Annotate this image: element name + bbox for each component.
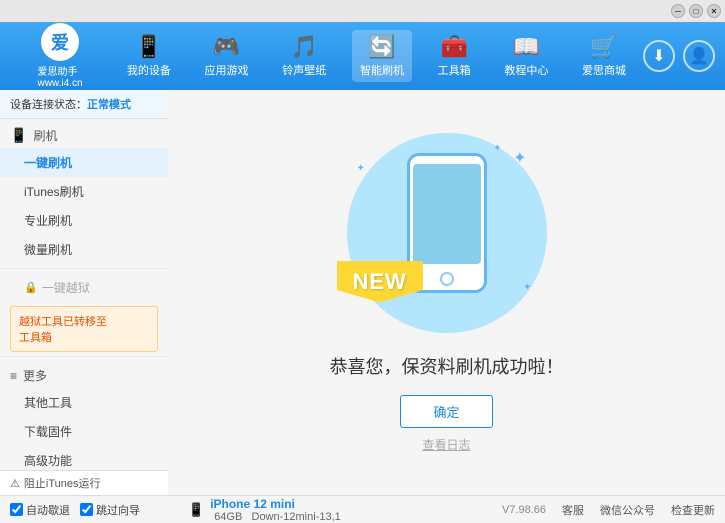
device-phone-icon: 📱 bbox=[188, 502, 204, 518]
nav-items: 📱 我的设备 🎮 应用游戏 🎵 铃声壁纸 🔄 智能刷机 🧰 工具箱 📖 教程中心… bbox=[110, 30, 643, 82]
wechat-link[interactable]: 微信公众号 bbox=[600, 502, 655, 518]
phone-illustration: NEW ✦ ✦ ✦ ✦ bbox=[347, 133, 547, 333]
phone-home-button bbox=[440, 272, 454, 286]
title-bar: ─ □ ✕ bbox=[0, 0, 725, 22]
device-sub-info: iPhone 12 mini 64GB Down-12mini-13,1 bbox=[210, 497, 341, 523]
bottom-left: 自动歇退 跳过向导 bbox=[10, 502, 178, 518]
nav-shop[interactable]: 🛒 爱思商城 bbox=[574, 30, 634, 82]
success-message: 恭喜您，保资料刷机成功啦！ bbox=[330, 353, 564, 379]
device-info-bar: 📱 iPhone 12 mini 64GB Down-12mini-13,1 bbox=[178, 497, 502, 523]
download-button[interactable]: ⬇ bbox=[643, 40, 675, 72]
itunes-notice-icon: ⚠ bbox=[10, 477, 20, 490]
nav-app-game[interactable]: 🎮 应用游戏 bbox=[197, 30, 257, 82]
logo-area: 爱 爱思助手 www.i4.cn bbox=[10, 23, 110, 89]
app-nav-icon: 🎮 bbox=[213, 34, 240, 60]
sidebar-item-other-tools[interactable]: 其他工具 bbox=[0, 388, 168, 417]
header-right: ⬇ 👤 bbox=[643, 40, 715, 72]
flash-section-icon: 📱 bbox=[10, 127, 27, 144]
sparkle-icon-2: ✦ bbox=[493, 143, 501, 154]
minimize-button[interactable]: ─ bbox=[671, 4, 685, 18]
device-nav-icon: 📱 bbox=[135, 34, 162, 60]
more-section-icon: ≡ bbox=[10, 369, 17, 383]
connection-status: 设备连接状态：正常模式 bbox=[0, 90, 168, 119]
sparkle-icon-3: ✦ bbox=[523, 282, 531, 293]
confirm-button[interactable]: 确定 bbox=[400, 395, 492, 428]
sidebar-flash-header: 📱 刷机 bbox=[0, 119, 168, 148]
auto-dismiss-input[interactable] bbox=[10, 503, 23, 516]
nav-ringtone[interactable]: 🎵 铃声壁纸 bbox=[274, 30, 334, 82]
sidebar-item-save-flash[interactable]: 微量刷机 bbox=[0, 235, 168, 264]
header: 爱 爱思助手 www.i4.cn 📱 我的设备 🎮 应用游戏 🎵 铃声壁纸 🔄 … bbox=[0, 22, 725, 90]
sidebar-item-one-key-flash[interactable]: 一键刷机 bbox=[0, 148, 168, 177]
sidebar: 设备连接状态：正常模式 📱 刷机 一键刷机 iTunes刷机 专业刷机 微量刷机… bbox=[0, 90, 168, 473]
shop-nav-icon: 🛒 bbox=[590, 34, 617, 60]
sidebar-more-header: ≡ 更多 bbox=[0, 361, 168, 388]
logo-symbol: 爱 bbox=[51, 29, 69, 55]
main-content: NEW ✦ ✦ ✦ ✦ 恭喜您，保资料刷机成功啦！ 确定 查看日志 bbox=[168, 90, 725, 495]
close-button[interactable]: ✕ bbox=[707, 4, 721, 18]
flash-nav-icon: 🔄 bbox=[368, 34, 395, 60]
phone-screen bbox=[413, 164, 481, 264]
check-update-link[interactable]: 检查更新 bbox=[671, 502, 715, 518]
tutorial-nav-icon: 📖 bbox=[513, 34, 540, 60]
toolbox-nav-icon: 🧰 bbox=[440, 34, 467, 60]
logo-text: 爱思助手 www.i4.cn bbox=[37, 63, 82, 89]
sparkle-icon-4: ✦ bbox=[357, 163, 365, 174]
sidebar-wrapper: 设备连接状态：正常模式 📱 刷机 一键刷机 iTunes刷机 专业刷机 微量刷机… bbox=[0, 90, 168, 495]
nav-toolbox[interactable]: 🧰 工具箱 bbox=[430, 30, 479, 82]
nav-smart-flash[interactable]: 🔄 智能刷机 bbox=[352, 30, 412, 82]
sidebar-divider-2 bbox=[0, 356, 168, 357]
sidebar-footer-itunes[interactable]: ⚠ 阻止iTunes运行 bbox=[0, 470, 168, 495]
sidebar-item-pro-flash[interactable]: 专业刷机 bbox=[0, 206, 168, 235]
main-area: 设备连接状态：正常模式 📱 刷机 一键刷机 iTunes刷机 专业刷机 微量刷机… bbox=[0, 90, 725, 495]
maximize-button[interactable]: □ bbox=[689, 4, 703, 18]
sidebar-item-download-firmware[interactable]: 下载固件 bbox=[0, 417, 168, 446]
auto-dismiss-checkbox[interactable]: 自动歇退 bbox=[10, 502, 70, 518]
nav-my-device[interactable]: 📱 我的设备 bbox=[119, 30, 179, 82]
sidebar-item-jailbreak-disabled: 🔒 一键越狱 bbox=[0, 273, 168, 302]
sparkle-icon-1: ✦ bbox=[513, 148, 526, 168]
nav-tutorial[interactable]: 📖 教程中心 bbox=[496, 30, 556, 82]
sidebar-divider-1 bbox=[0, 268, 168, 269]
skip-wizard-input[interactable] bbox=[80, 503, 93, 516]
skip-wizard-checkbox[interactable]: 跳过向导 bbox=[80, 502, 140, 518]
bottom-right: V7.98.66 客服 微信公众号 检查更新 bbox=[502, 502, 715, 518]
ringtone-nav-icon: 🎵 bbox=[291, 34, 318, 60]
logo-icon: 爱 bbox=[41, 23, 79, 61]
account-button[interactable]: 👤 bbox=[683, 40, 715, 72]
customer-service-link[interactable]: 客服 bbox=[562, 502, 584, 518]
sidebar-item-advanced[interactable]: 高级功能 bbox=[0, 446, 168, 473]
window-controls[interactable]: ─ □ ✕ bbox=[671, 4, 721, 18]
jailbreak-warning: 越狱工具已转移至工具箱 bbox=[10, 306, 158, 352]
lock-icon: 🔒 bbox=[24, 281, 38, 294]
bottom-bar: 自动歇退 跳过向导 📱 iPhone 12 mini 64GB Down-12m… bbox=[0, 495, 725, 523]
sidebar-item-itunes-flash[interactable]: iTunes刷机 bbox=[0, 177, 168, 206]
view-log-link[interactable]: 查看日志 bbox=[422, 436, 470, 453]
